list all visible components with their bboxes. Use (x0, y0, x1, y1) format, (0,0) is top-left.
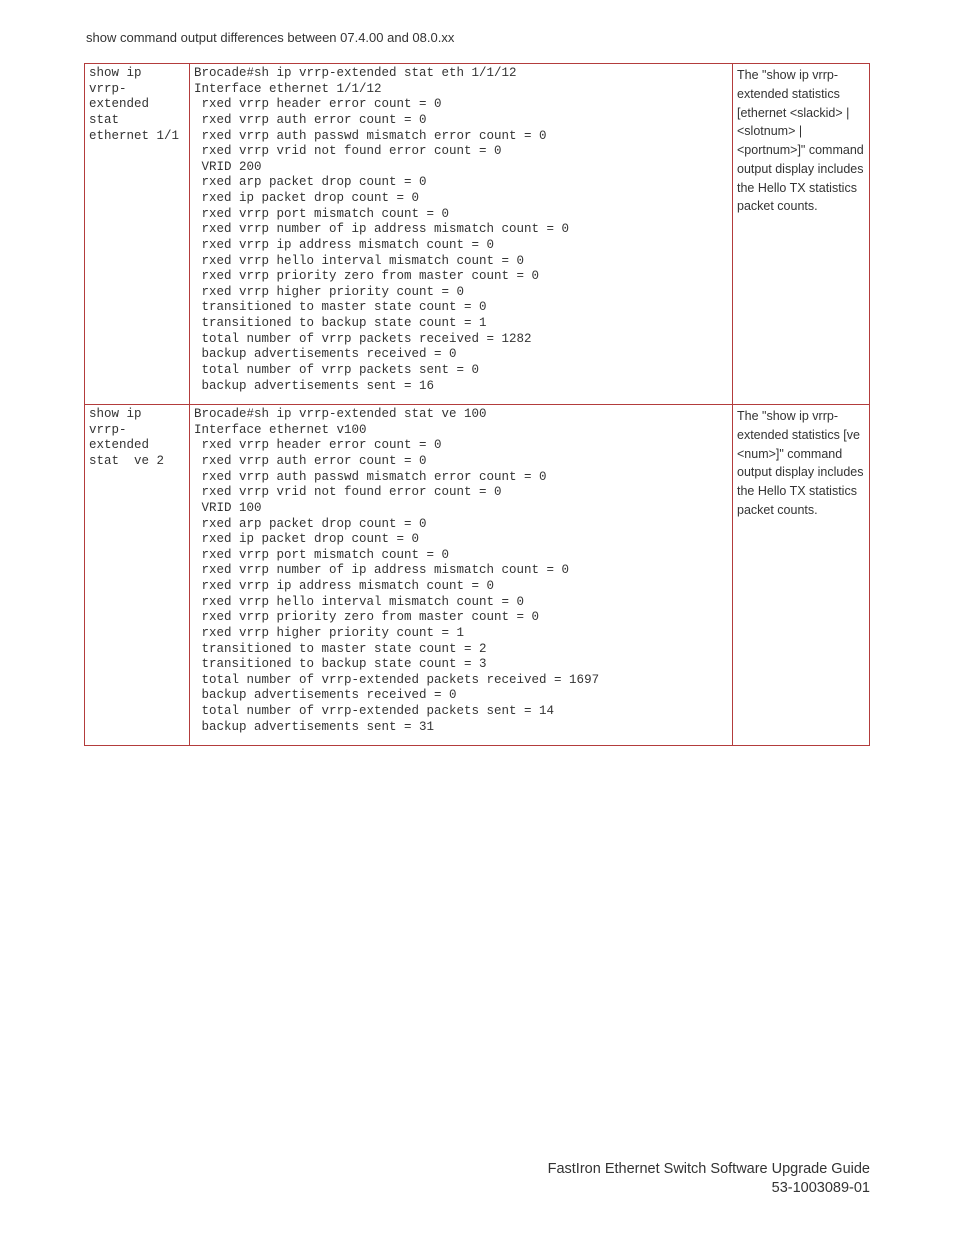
output-cell: Brocade#sh ip vrrp-extended stat eth 1/1… (190, 64, 733, 405)
footer-docnum: 53-1003089-01 (548, 1179, 870, 1199)
page-header: show command output differences between … (86, 30, 870, 45)
footer-title: FastIron Ethernet Switch Software Upgrad… (548, 1160, 870, 1180)
table-row: show ip vrrp-extended stat ve 2 Brocade#… (85, 405, 870, 746)
diff-table: show ip vrrp-extended stat ethernet 1/1 … (84, 63, 870, 746)
table-row: show ip vrrp-extended stat ethernet 1/1 … (85, 64, 870, 405)
output-cell: Brocade#sh ip vrrp-extended stat ve 100 … (190, 405, 733, 746)
description-cell: The "show ip vrrp-extended statistics [e… (733, 64, 870, 405)
description-cell: The "show ip vrrp-extended statistics [v… (733, 405, 870, 746)
page-footer: FastIron Ethernet Switch Software Upgrad… (548, 1160, 870, 1199)
command-cell: show ip vrrp-extended stat ve 2 (85, 405, 190, 746)
command-cell: show ip vrrp-extended stat ethernet 1/1 (85, 64, 190, 405)
